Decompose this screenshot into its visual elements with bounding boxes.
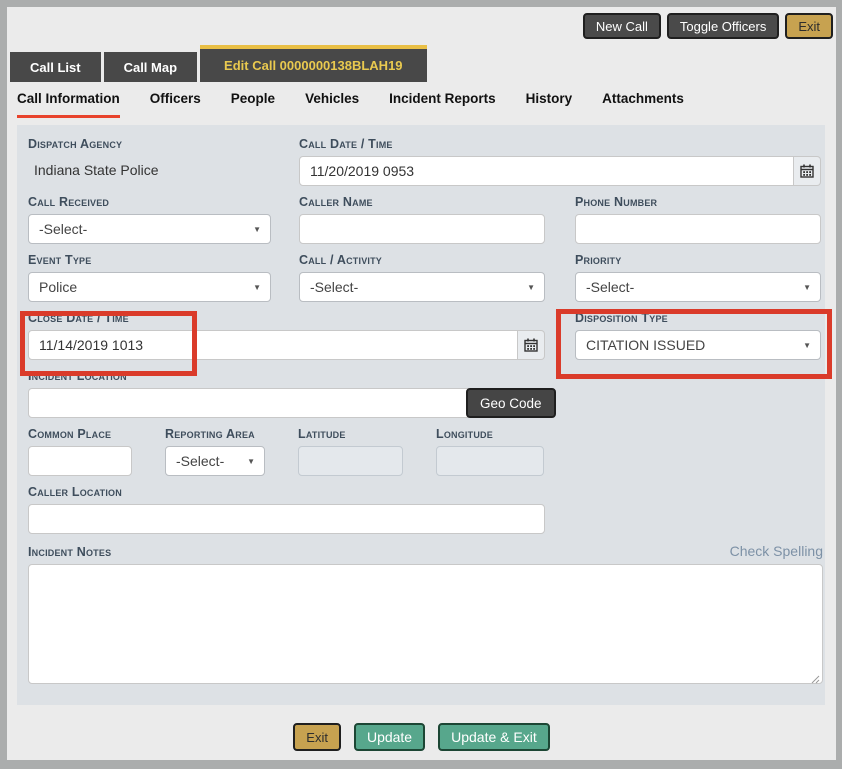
- incident-location-input[interactable]: [28, 388, 468, 418]
- dispatch-agency-value: Indiana State Police: [28, 156, 271, 178]
- form-row: Caller Location: [28, 485, 821, 534]
- form-row: Common Place Reporting Area -Select- ▼ L…: [28, 427, 821, 476]
- call-received-label: Call Received: [28, 195, 271, 209]
- form-row: Event Type Police ▼ Call / Activity -Sel…: [28, 253, 821, 302]
- caller-name-input[interactable]: [299, 214, 545, 244]
- dropdown-arrow-icon: ▼: [253, 283, 261, 292]
- call-received-select[interactable]: -Select- ▼: [28, 214, 271, 244]
- call-activity-label: Call / Activity: [299, 253, 545, 267]
- reporting-area-select[interactable]: -Select- ▼: [165, 446, 265, 476]
- tab-officers[interactable]: Officers: [150, 91, 201, 118]
- phone-number-input[interactable]: [575, 214, 821, 244]
- tab-attachments[interactable]: Attachments: [602, 91, 684, 118]
- footer-button-bar: Exit Update Update & Exit: [7, 707, 836, 751]
- call-information-panel: Dispatch Agency Indiana State Police Cal…: [17, 125, 825, 705]
- dropdown-arrow-icon: ▼: [253, 225, 261, 234]
- common-place-input[interactable]: [28, 446, 132, 476]
- tab-history[interactable]: History: [526, 91, 573, 118]
- close-datetime-label: Close Date / Time: [28, 311, 545, 325]
- tab-call-list[interactable]: Call List: [10, 52, 101, 82]
- dropdown-arrow-icon: ▼: [803, 341, 811, 350]
- incident-notes-label: Incident Notes: [28, 545, 111, 559]
- select-value: CITATION ISSUED: [586, 337, 705, 353]
- form-row: Incident Location Geo Code: [28, 369, 821, 418]
- priority-select[interactable]: -Select- ▼: [575, 272, 821, 302]
- phone-number-label: Phone Number: [575, 195, 821, 209]
- calendar-icon: [524, 338, 538, 352]
- call-activity-select[interactable]: -Select- ▼: [299, 272, 545, 302]
- reporting-area-label: Reporting Area: [165, 427, 265, 441]
- new-call-button[interactable]: New Call: [583, 13, 661, 39]
- latitude-input: [298, 446, 403, 476]
- tab-call-information[interactable]: Call Information: [17, 91, 120, 118]
- exit-button-top[interactable]: Exit: [785, 13, 833, 39]
- event-type-select[interactable]: Police ▼: [28, 272, 271, 302]
- page-container: New Call Toggle Officers Exit Call List …: [7, 7, 836, 760]
- common-place-label: Common Place: [28, 427, 132, 441]
- call-datetime-calendar-button[interactable]: [794, 156, 821, 186]
- close-datetime-calendar-button[interactable]: [518, 330, 545, 360]
- main-tab-bar: Call List Call Map Edit Call 0000000138B…: [10, 45, 430, 82]
- incident-location-label: Incident Location: [28, 369, 556, 383]
- tab-edit-call[interactable]: Edit Call 0000000138BLAH19: [200, 45, 426, 82]
- caller-location-label: Caller Location: [28, 485, 545, 499]
- dropdown-arrow-icon: ▼: [803, 283, 811, 292]
- form-row: Close Date / Time: [28, 311, 821, 360]
- select-value: Police: [39, 279, 77, 295]
- select-value: -Select-: [176, 453, 224, 469]
- tab-vehicles[interactable]: Vehicles: [305, 91, 359, 118]
- caller-location-input[interactable]: [28, 504, 545, 534]
- select-value: -Select-: [310, 279, 358, 295]
- select-value: -Select-: [39, 221, 87, 237]
- disposition-type-select[interactable]: CITATION ISSUED ▼: [575, 330, 821, 360]
- geo-code-button[interactable]: Geo Code: [466, 388, 556, 418]
- update-and-exit-button[interactable]: Update & Exit: [438, 723, 550, 751]
- longitude-input: [436, 446, 544, 476]
- event-type-label: Event Type: [28, 253, 271, 267]
- disposition-type-label: Disposition Type: [575, 311, 821, 325]
- dispatch-agency-label: Dispatch Agency: [28, 137, 271, 151]
- form-row: Dispatch Agency Indiana State Police Cal…: [28, 137, 821, 186]
- detail-tab-bar: Call Information Officers People Vehicle…: [17, 82, 830, 125]
- call-datetime-label: Call Date / Time: [299, 137, 821, 151]
- form-row: Incident Notes Check Spelling: [28, 543, 821, 689]
- call-datetime-input[interactable]: [299, 156, 794, 186]
- tab-incident-reports[interactable]: Incident Reports: [389, 91, 496, 118]
- app-window: New Call Toggle Officers Exit Call List …: [0, 0, 842, 769]
- toggle-officers-button[interactable]: Toggle Officers: [667, 13, 779, 39]
- priority-label: Priority: [575, 253, 821, 267]
- dropdown-arrow-icon: ▼: [527, 283, 535, 292]
- check-spelling-link[interactable]: Check Spelling: [730, 543, 823, 559]
- exit-button-bottom[interactable]: Exit: [293, 723, 341, 751]
- form-row: Call Received -Select- ▼ Caller Name Pho…: [28, 195, 821, 244]
- longitude-label: Longitude: [436, 427, 544, 441]
- close-datetime-input[interactable]: [28, 330, 518, 360]
- select-value: -Select-: [586, 279, 634, 295]
- tab-call-map[interactable]: Call Map: [104, 52, 197, 82]
- calendar-icon: [800, 164, 814, 178]
- caller-name-label: Caller Name: [299, 195, 545, 209]
- tab-people[interactable]: People: [231, 91, 275, 118]
- latitude-label: Latitude: [298, 427, 403, 441]
- update-button[interactable]: Update: [354, 723, 425, 751]
- top-button-bar: New Call Toggle Officers Exit: [7, 7, 836, 45]
- incident-notes-textarea[interactable]: [28, 564, 823, 684]
- dropdown-arrow-icon: ▼: [247, 457, 255, 466]
